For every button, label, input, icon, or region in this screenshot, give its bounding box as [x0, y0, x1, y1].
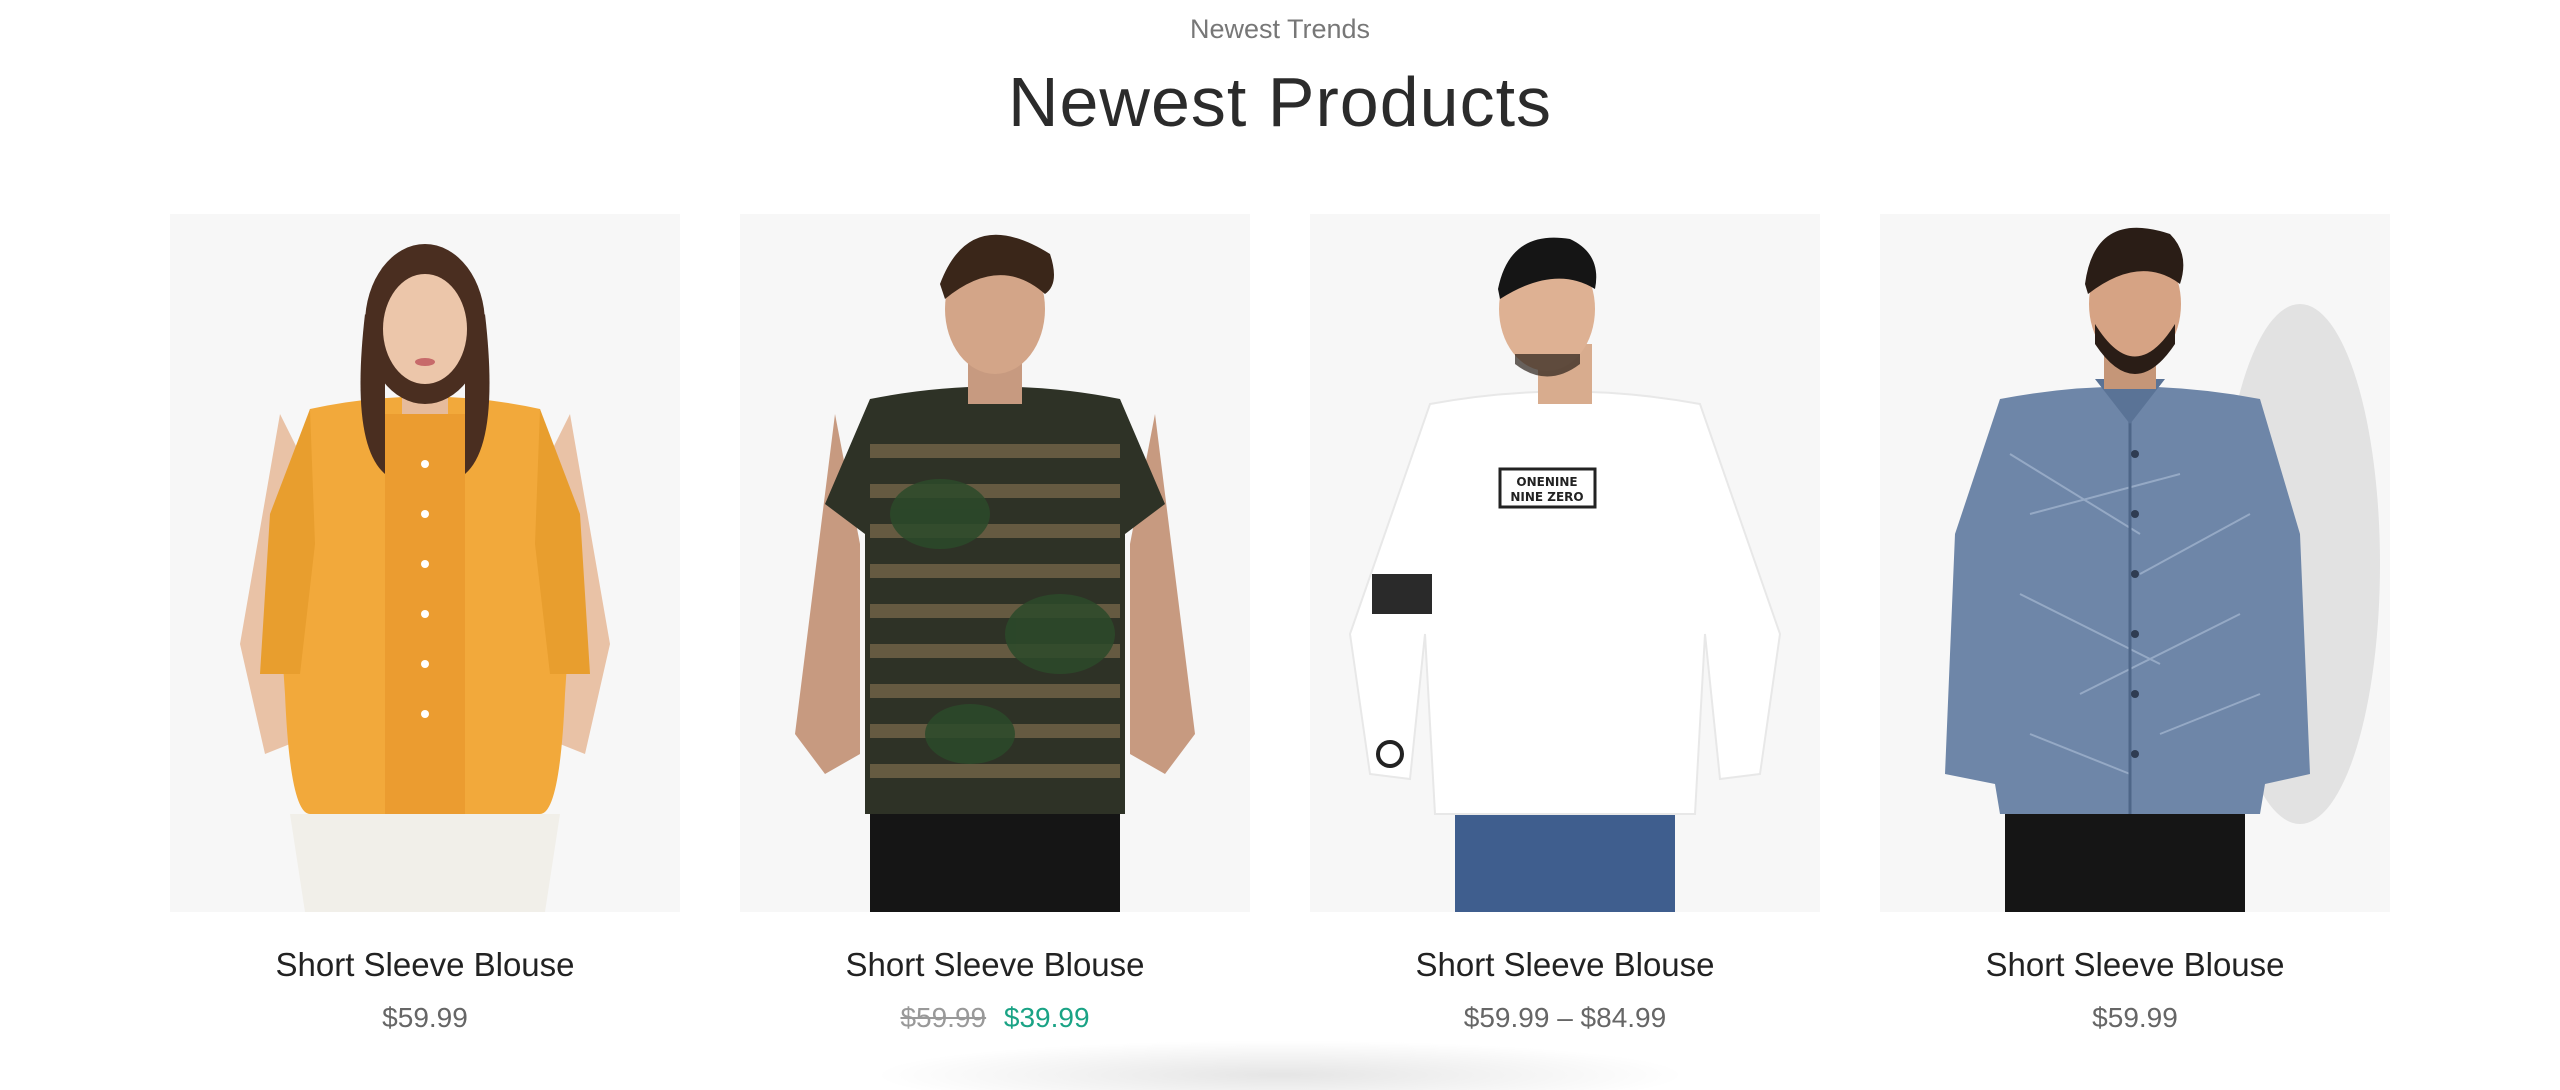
bottom-shadow [870, 1040, 1690, 1090]
product-name[interactable]: Short Sleeve Blouse [740, 946, 1250, 984]
product-card[interactable]: Short Sleeve Blouse $59.99 [1880, 214, 2390, 1034]
product-name[interactable]: Short Sleeve Blouse [1310, 946, 1820, 984]
product-price: $59.99 $39.99 [740, 1002, 1250, 1034]
shirt-print-line-2: NINE ZERO [1510, 490, 1583, 504]
price-range: $59.99 – $84.99 [1463, 1002, 1667, 1033]
page: Newest Trends Newest Products Short Slee… [0, 0, 2560, 1090]
shirt-print-line-1: ONENINE [1516, 475, 1577, 489]
product-name[interactable]: Short Sleeve Blouse [1880, 946, 2390, 984]
sale-price: $39.99 [1003, 1002, 1090, 1033]
man-denim-shirt-image [1945, 227, 2380, 912]
woman-yellow-blouse-image [240, 244, 610, 912]
product-image-man-white-longsleeve[interactable]: ONENINE NINE ZERO [1310, 214, 1820, 912]
product-name[interactable]: Short Sleeve Blouse [170, 946, 680, 984]
product-card[interactable]: Short Sleeve Blouse $59.99 [170, 214, 680, 1034]
product-image-man-denim-shirt[interactable] [1880, 214, 2390, 912]
section-subtitle: Newest Trends [1189, 14, 1371, 44]
price-value: $59.99 [2092, 1002, 2178, 1033]
product-image-woman-yellow-blouse[interactable] [170, 214, 680, 912]
price-value: $59.99 [382, 1002, 468, 1033]
product-image-man-camo-tshirt[interactable] [740, 214, 1250, 912]
product-price: $59.99 [1880, 1002, 2390, 1034]
original-price: $59.99 [900, 1002, 987, 1033]
product-card[interactable]: ONENINE NINE ZERO Short Sleeve Blouse $5… [1310, 214, 1820, 1034]
product-price: $59.99 – $84.99 [1310, 1002, 1820, 1034]
product-card[interactable]: Short Sleeve Blouse $59.99 $39.99 [740, 214, 1250, 1034]
product-grid: Short Sleeve Blouse $59.99 Short Sleeve … [170, 214, 2390, 1034]
section-title: Newest Products [1007, 63, 1553, 141]
man-camo-tshirt-image [795, 234, 1195, 912]
man-white-longsleeve-image: ONENINE NINE ZERO [1348, 237, 1782, 912]
product-price: $59.99 [170, 1002, 680, 1034]
